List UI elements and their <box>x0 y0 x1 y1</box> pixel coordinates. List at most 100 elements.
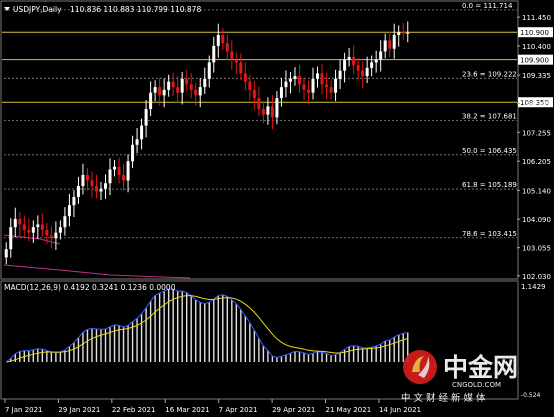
candle-body <box>329 87 333 93</box>
price-tick-label: 106.205 <box>522 158 551 166</box>
candle-body <box>85 175 89 181</box>
candle-body <box>135 139 139 145</box>
candle-body <box>248 81 252 90</box>
candle-body <box>207 62 211 79</box>
candle-body <box>383 40 387 52</box>
date-label: 14 Jun 2021 <box>379 406 421 414</box>
candle-body <box>221 34 225 44</box>
candle-body <box>334 78 338 93</box>
date-axis: 7 Jan 2021 29 Jan 2021 22 Feb 2021 16 Mar 2… <box>4 399 421 414</box>
candle-body <box>171 81 175 88</box>
candle-body <box>99 188 103 192</box>
candle-body <box>176 87 180 93</box>
candle-body <box>198 87 202 96</box>
macd-bottom-value: -0.524 <box>521 392 541 399</box>
price-tick-label: 104.090 <box>522 216 551 224</box>
candle-body <box>149 92 153 110</box>
price-tick-label: 103.055 <box>522 245 551 253</box>
macd-top-value: 1.1429 <box>521 283 546 291</box>
moving-average-line <box>3 234 191 279</box>
candle-body <box>94 186 98 192</box>
candle-body <box>225 43 229 52</box>
candle-body <box>81 175 85 186</box>
candle-body <box>270 106 274 118</box>
candle-body <box>216 34 220 46</box>
candle-body <box>72 196 76 206</box>
candle-body <box>144 109 148 126</box>
price-tick-label: 111.450 <box>522 14 551 22</box>
candle-body <box>365 67 369 77</box>
candle-body <box>320 73 324 85</box>
candle-body <box>352 56 356 66</box>
candle-body <box>397 32 401 35</box>
candle-body <box>45 229 49 236</box>
candle-body <box>9 227 13 250</box>
candle-body <box>275 98 279 118</box>
watermark-chinese: 中金网 <box>443 353 518 382</box>
candle-body <box>361 70 365 77</box>
candle-body <box>302 84 306 90</box>
candle-body <box>293 76 297 79</box>
level-label: 109.900 <box>520 57 549 65</box>
candle-body <box>406 32 410 34</box>
candle-body <box>347 56 351 60</box>
candle-body <box>311 78 315 93</box>
candle-body <box>13 218 17 228</box>
symbol-label: USDJPY,Daily <box>13 5 62 14</box>
fib-label: 50.0 = 106.435 <box>462 147 517 155</box>
candle-body <box>131 144 135 162</box>
candle-body <box>63 216 67 228</box>
fibonacci-retracement: 0.0 = 111.714 23.6 = 109.222 38.2 = 107.68… <box>4 2 517 239</box>
price-panel-frame <box>0 0 519 280</box>
candle-body <box>266 106 270 115</box>
date-label: 21 May 2021 <box>326 406 372 414</box>
price-tick-label: 110.400 <box>522 43 551 51</box>
collapse-triangle-icon <box>4 7 10 11</box>
date-label: 22 Feb 2021 <box>112 406 156 414</box>
candle-body <box>185 78 189 85</box>
fib-label: 0.0 = 111.714 <box>462 2 513 10</box>
watermark-subtitle: 中文财经新媒体 <box>401 392 489 404</box>
candle-body <box>162 89 166 96</box>
fib-label: 61.8 = 105.189 <box>462 181 517 189</box>
candle-body <box>18 218 22 225</box>
candle-body <box>243 73 247 82</box>
date-label: 16 Mar 2021 <box>165 406 209 414</box>
candle-body <box>117 166 121 176</box>
candle-body <box>76 186 80 197</box>
candle-body <box>153 87 157 93</box>
candle-body <box>67 205 71 217</box>
candle-body <box>104 183 107 189</box>
candle-body <box>343 59 347 71</box>
candle-body <box>325 84 329 88</box>
candle-body <box>356 65 360 71</box>
horizontal-levels: 110.900109.900108.350 <box>2 27 553 108</box>
candle-body <box>261 109 265 115</box>
usdjpy-daily-chart: 0.0 = 111.714 23.6 = 109.222 38.2 = 107.68… <box>0 0 553 414</box>
date-label: 7 Apr 2021 <box>219 406 258 414</box>
candle-body <box>22 224 26 230</box>
price-tick-label: 107.255 <box>522 129 551 137</box>
candle-body <box>379 51 383 60</box>
candle-body <box>126 161 130 181</box>
watermark-english: CNGOLD.COM <box>452 381 501 389</box>
candle-body <box>4 249 8 258</box>
candle-body <box>370 62 374 68</box>
candle-body <box>40 224 44 230</box>
candle-body <box>54 232 58 239</box>
candle-body <box>234 59 238 63</box>
fib-label: 23.6 = 109.222 <box>462 70 517 78</box>
candle-body <box>194 89 198 96</box>
fib-label: 38.2 = 107.681 <box>462 113 517 121</box>
candle-body <box>27 229 31 233</box>
candle-body <box>239 62 243 74</box>
candle-body <box>307 89 310 93</box>
candle-body <box>58 227 62 233</box>
candle-body <box>49 235 53 239</box>
candle-body <box>288 78 292 82</box>
date-label: 29 Apr 2021 <box>272 406 315 414</box>
ohlc-values: 110.836 110.883 110.799 110.878 <box>70 5 201 14</box>
candle-body <box>279 87 283 99</box>
candle-body <box>212 45 216 63</box>
macd-lines <box>5 288 408 363</box>
